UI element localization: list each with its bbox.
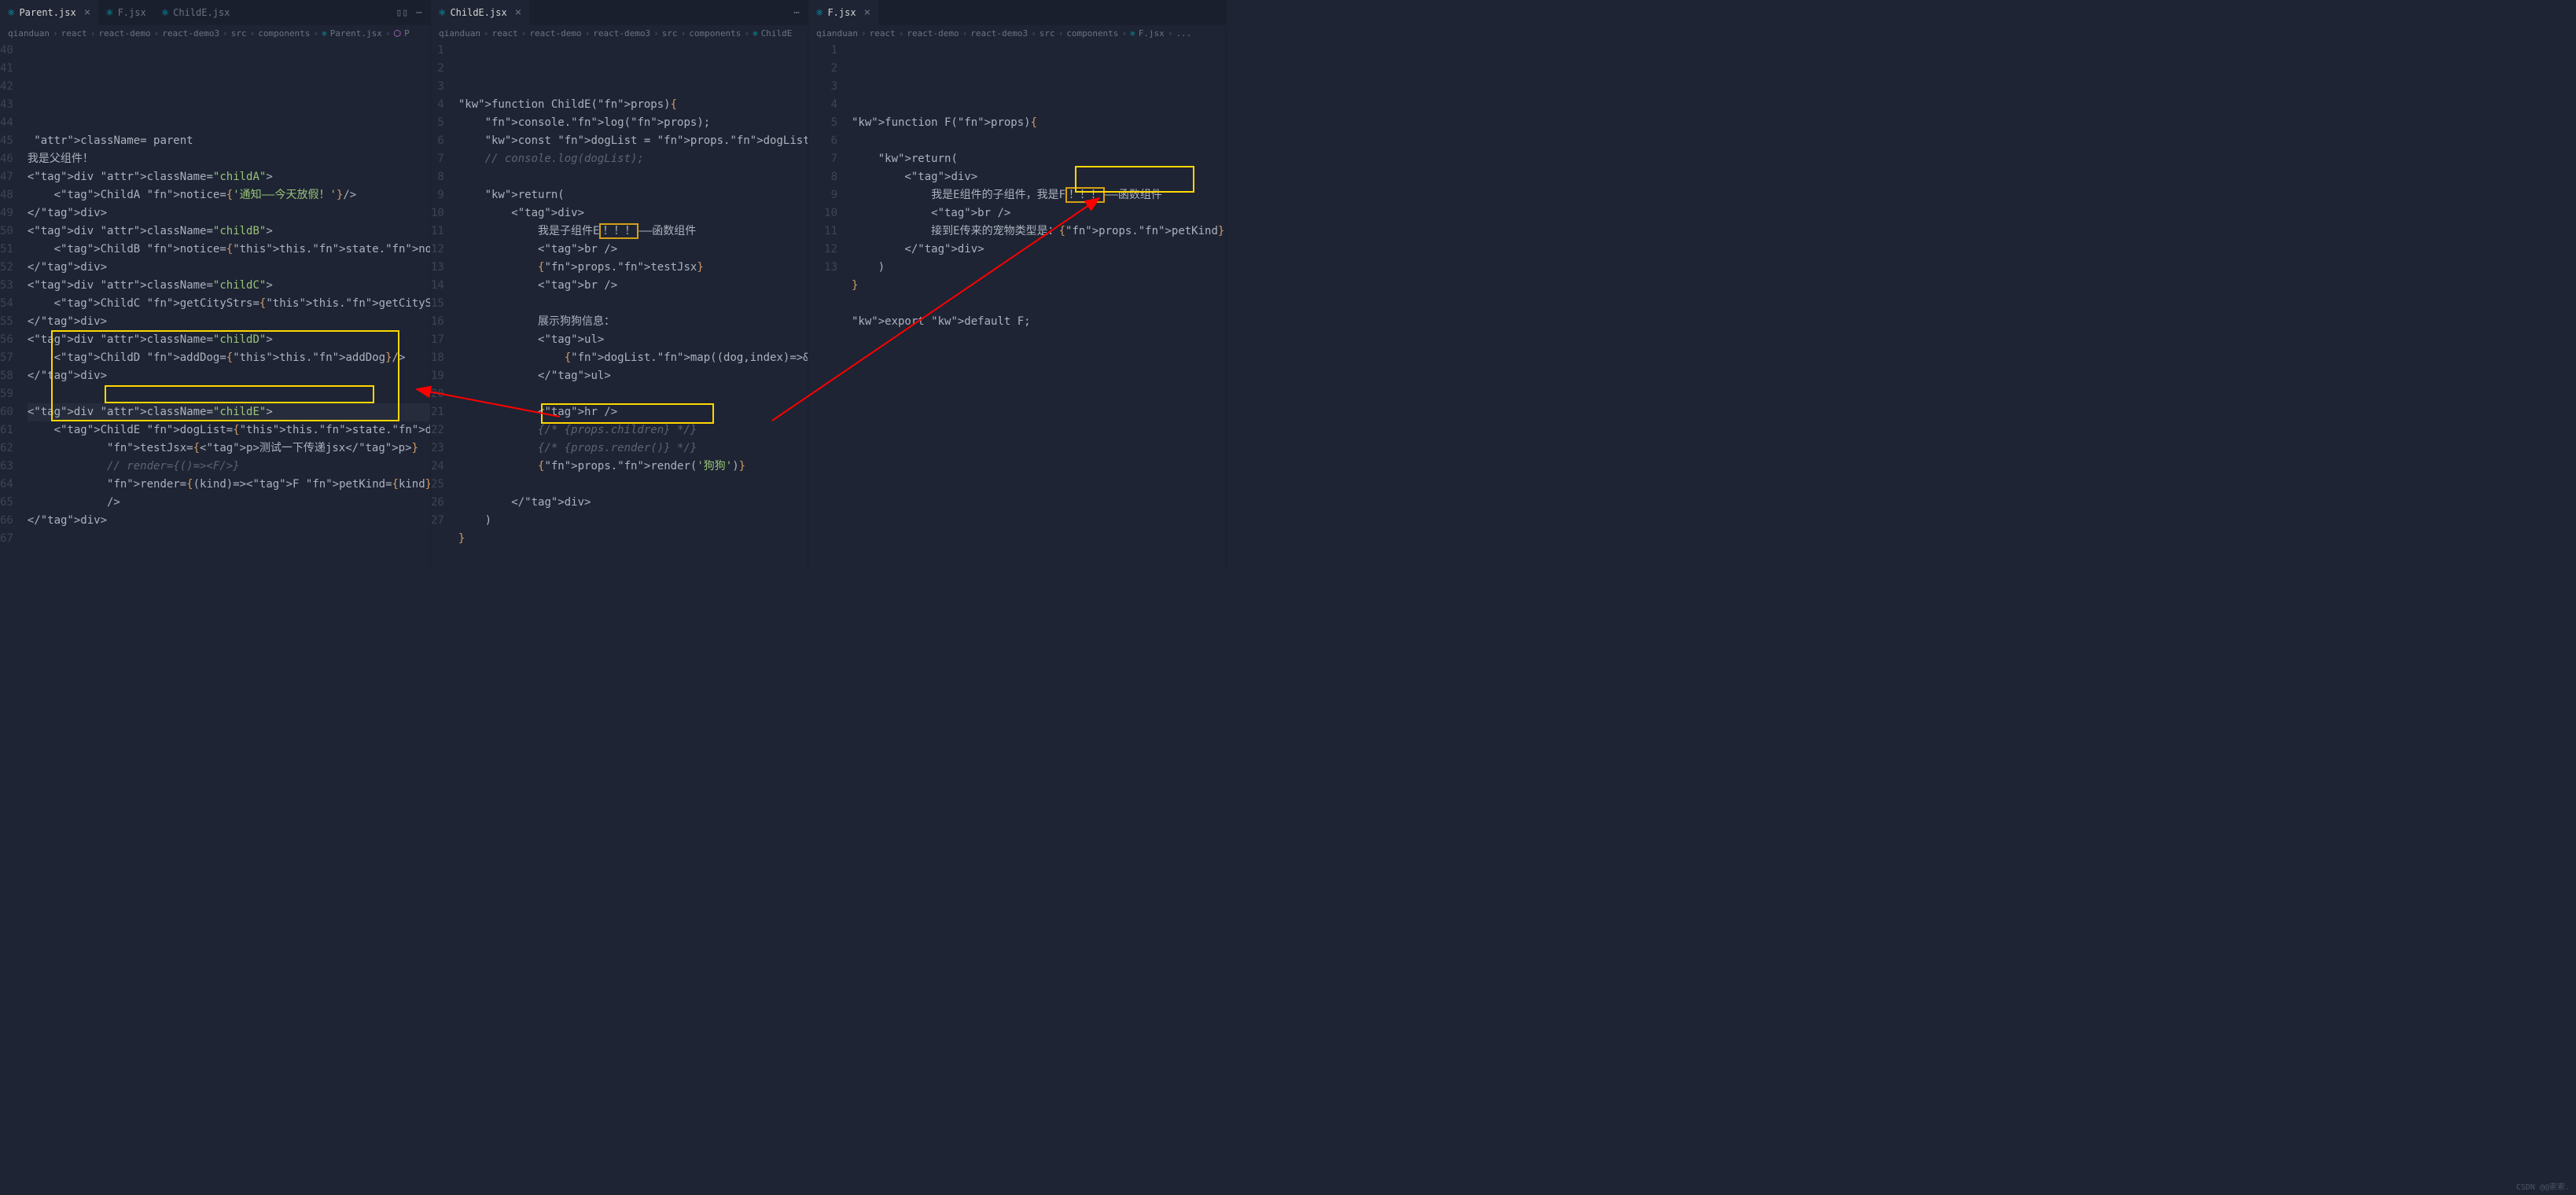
- tab-label: Parent.jsx: [19, 7, 75, 18]
- react-icon: ⚛: [816, 6, 822, 19]
- tab-bar: ⚛ Parent.jsx × ⚛ F.jsx ⚛ ChildE.jsx ▯▯ ⋯: [0, 0, 430, 25]
- more-icon[interactable]: ⋯: [793, 7, 800, 19]
- react-icon: ⚛: [439, 6, 445, 19]
- code-area[interactable]: 1234567891011121314151617181920212223242…: [431, 42, 808, 569]
- tab-label: ChildE.jsx: [450, 7, 506, 18]
- pane-f: ⚛ F.jsx × qianduan› react› react-demo› r…: [808, 0, 1227, 569]
- tab-label: F.jsx: [827, 7, 856, 18]
- pane-parent: ⚛ Parent.jsx × ⚛ F.jsx ⚛ ChildE.jsx ▯▯ ⋯…: [0, 0, 431, 569]
- editor-container: ⚛ Parent.jsx × ⚛ F.jsx ⚛ ChildE.jsx ▯▯ ⋯…: [0, 0, 1227, 569]
- tab-bar: ⚛ ChildE.jsx × ⋯: [431, 0, 808, 25]
- more-icon[interactable]: ⋯: [416, 7, 422, 19]
- react-icon: ⚛: [106, 6, 112, 19]
- tab-label: F.jsx: [118, 7, 146, 18]
- tab-bar: ⚛ F.jsx ×: [808, 0, 1226, 25]
- code-content[interactable]: "kw">function ChildE("fn">props){ "fn">c…: [458, 42, 808, 569]
- react-icon: ⚛: [8, 6, 14, 19]
- breadcrumb[interactable]: qianduan› react› react-demo› react-demo3…: [431, 25, 808, 42]
- tab-label: ChildE.jsx: [173, 7, 230, 18]
- line-gutter: 4041424344454647484950515253545556575859…: [0, 42, 28, 569]
- close-icon[interactable]: ×: [84, 6, 90, 19]
- tab-childe-jsx[interactable]: ⚛ ChildE.jsx ×: [431, 0, 529, 25]
- close-icon[interactable]: ×: [515, 6, 521, 19]
- line-gutter: 1234567891011121314151617181920212223242…: [431, 42, 458, 569]
- tab-f-jsx[interactable]: ⚛ F.jsx: [98, 0, 154, 25]
- code-area[interactable]: 4041424344454647484950515253545556575859…: [0, 42, 430, 569]
- breadcrumb[interactable]: qianduan› react› react-demo› react-demo3…: [808, 25, 1226, 42]
- tab-f-jsx[interactable]: ⚛ F.jsx ×: [808, 0, 878, 25]
- watermark: CSDN @@索索.: [2516, 1180, 2570, 1192]
- close-icon[interactable]: ×: [864, 6, 870, 19]
- code-area[interactable]: 12345678910111213 "kw">function F("fn">p…: [808, 42, 1226, 569]
- tab-childe-jsx[interactable]: ⚛ ChildE.jsx: [154, 0, 238, 25]
- line-gutter: 12345678910111213: [808, 42, 852, 569]
- react-icon: ⚛: [162, 6, 168, 19]
- pane-childe: ⚛ ChildE.jsx × ⋯ qianduan› react› react-…: [431, 0, 808, 569]
- code-content[interactable]: "kw">function F("fn">props){ "kw">return…: [852, 42, 1226, 569]
- split-editor-icon[interactable]: ▯▯: [396, 7, 409, 19]
- tab-parent-jsx[interactable]: ⚛ Parent.jsx ×: [0, 0, 98, 25]
- code-content[interactable]: "attr">className= parent 我是父组件！<"tag">di…: [28, 42, 430, 569]
- breadcrumb[interactable]: qianduan› react› react-demo› react-demo3…: [0, 25, 430, 42]
